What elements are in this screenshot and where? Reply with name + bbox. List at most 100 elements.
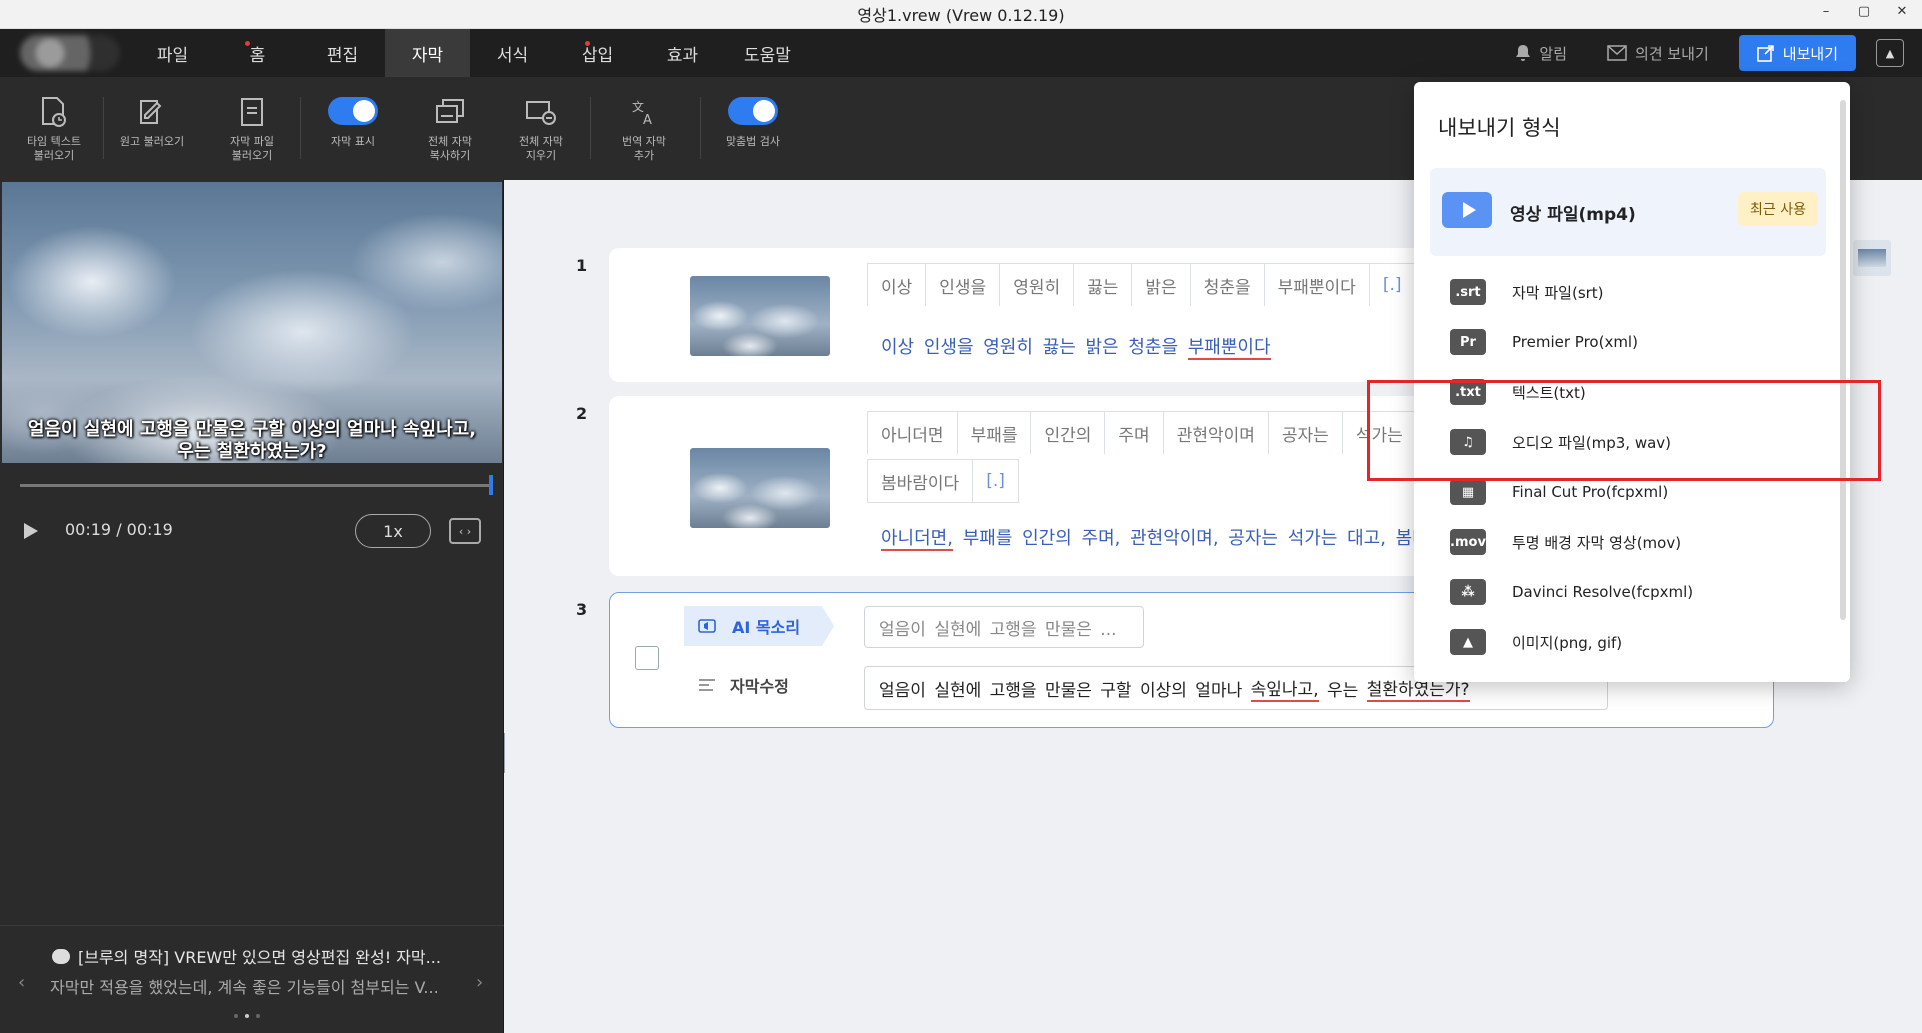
- subtitle-line-1: 얼음이 실현에 고행을 만물은 구할 이상의 얼마나 속잎나고,: [27, 419, 477, 440]
- word-chip[interactable]: 끓는: [1073, 263, 1133, 306]
- play-icon: [1442, 192, 1492, 228]
- word-chip[interactable]: 이상: [867, 263, 927, 306]
- notice-next-button[interactable]: ›: [476, 972, 483, 993]
- side-clip-thumbnail[interactable]: [1853, 240, 1891, 276]
- menu-item[interactable]: 효과: [640, 29, 725, 77]
- clear-icon: [524, 95, 558, 129]
- word-chip[interactable]: 밝은: [1131, 263, 1191, 306]
- playback-progress[interactable]: [20, 475, 493, 495]
- toggle-switch[interactable]: [728, 97, 778, 125]
- align-left-icon: [699, 679, 715, 691]
- tool-label-2: 불러오기: [33, 149, 75, 162]
- mail-icon: [1607, 45, 1627, 61]
- export-menu-title: 내보내기 형식: [1438, 116, 1561, 140]
- spelling-error[interactable]: 부패뿐이다: [1187, 337, 1271, 360]
- speed-button[interactable]: 1x: [355, 514, 431, 548]
- word-chip[interactable]: 관현악이며: [1162, 411, 1269, 454]
- progress-knob[interactable]: [489, 475, 493, 495]
- clip-thumbnail[interactable]: [690, 276, 830, 356]
- word-chip[interactable]: 봄바람이다: [867, 459, 974, 503]
- play-icon[interactable]: [24, 523, 38, 539]
- tool-label: 전체 자막: [428, 135, 472, 148]
- clip-text[interactable]: 이상 인생을 영원히 끓는 밝은 청춘을 부패뿐이다: [881, 333, 1271, 360]
- export-option-srt[interactable]: .srt 자막 파일(srt): [1450, 276, 1604, 308]
- menu-item[interactable]: 파일: [130, 29, 215, 77]
- export-option-mov[interactable]: .mov 투명 배경 자막 영상(mov): [1450, 526, 1681, 558]
- export-button[interactable]: 내보내기: [1738, 35, 1856, 71]
- tool-label: 원고 불러오기: [119, 135, 185, 148]
- menu-item-label: 파일: [156, 45, 189, 66]
- collapse-toolbar-button[interactable]: ▲: [1876, 39, 1904, 67]
- copy-all-subtitles-button[interactable]: 전체 자막 복사하기: [400, 95, 500, 163]
- export-mp4-label: 영상 파일(mp4): [1510, 205, 1636, 225]
- spelling-error[interactable]: 속잎나고,: [1250, 675, 1319, 702]
- export-option-label: 투명 배경 자막 영상(mov): [1512, 533, 1682, 552]
- word-chip[interactable]: 공자는: [1267, 411, 1343, 454]
- word-chip[interactable]: [.]: [1368, 263, 1416, 306]
- notice-banner[interactable]: [브루의 명작] VREW만 있으면 영상편집 완성! 자막... 자막만 적용…: [0, 925, 504, 1033]
- menu-item[interactable]: 도움말: [725, 29, 810, 77]
- ai-voice-text[interactable]: 얼음이 실현에 고행을 만물은 ...: [864, 606, 1144, 648]
- script-import-button[interactable]: 원고 불러오기: [102, 95, 202, 149]
- fit-screen-icon[interactable]: ‹ ›: [449, 518, 481, 544]
- clip-thumbnail[interactable]: [690, 448, 830, 528]
- clip-text[interactable]: 아니더면, 부패를 인간의 주며, 관현악이며, 공자는 석가는 대고, 봄바: [881, 524, 1429, 551]
- close-button[interactable]: ✕: [1892, 4, 1912, 19]
- file-icon: [235, 95, 269, 129]
- finalcut-format-icon: ▦: [1450, 479, 1486, 505]
- notice-prev-button[interactable]: ‹: [18, 972, 25, 993]
- user-avatar[interactable]: [20, 35, 120, 71]
- tool-label: 맞춤법 검사: [725, 135, 781, 148]
- clear-all-subtitles-button[interactable]: 전체 자막 지우기: [491, 95, 591, 163]
- export-menu-fade: [1414, 662, 1850, 682]
- notifications-button[interactable]: 알림: [1505, 35, 1577, 71]
- export-option-label: 이미지(png, gif): [1512, 633, 1623, 652]
- word-chip[interactable]: 아니더면: [867, 411, 958, 454]
- ai-voice-tag[interactable]: AI 목소리: [684, 606, 834, 646]
- export-option-davinci[interactable]: ⁂ Davinci Resolve(fcpxml): [1450, 576, 1693, 608]
- export-mp4-option[interactable]: 영상 파일(mp4) 최근 사용: [1430, 168, 1826, 256]
- word-chip[interactable]: 인생을: [925, 263, 1001, 306]
- show-subtitles-button[interactable]: 자막 표시: [303, 95, 403, 149]
- word-chips-row2: 봄바람이다 [.]: [867, 459, 1019, 503]
- toolbar-separator: [700, 97, 701, 159]
- speaker-icon: [698, 619, 716, 633]
- davinci-format-icon: ⁂: [1450, 579, 1486, 605]
- video-preview[interactable]: 얼음이 실현에 고행을 만물은 구할 이상의 얼마나 속잎나고, 우는 철환하였…: [2, 182, 502, 463]
- timed-text-import-button[interactable]: 타임 텍스트 불러오기: [4, 95, 104, 163]
- menu-item[interactable]: 서식: [470, 29, 555, 77]
- premiere-format-icon: Pr: [1450, 329, 1486, 355]
- word-chip[interactable]: 영원히: [999, 263, 1075, 306]
- menu-item-label: 도움말: [744, 45, 791, 66]
- add-translation-button[interactable]: 文 A 번역 자막 추가: [594, 95, 694, 163]
- word-chip[interactable]: 인간의: [1030, 411, 1106, 454]
- menu-item[interactable]: 편집: [300, 29, 385, 77]
- clip-text-plain: 이상 인생을 영원히 끓는 밝은 청춘을: [881, 337, 1179, 358]
- clip-checkbox[interactable]: [635, 646, 659, 670]
- minimize-button[interactable]: –: [1816, 4, 1836, 19]
- menu-bar: 파일 홈 편집 자막 서식 삽입 효과 도움말 알림 의견 보내기 내보내기 ▲: [0, 29, 1922, 77]
- menu-item[interactable]: 홈: [215, 29, 300, 77]
- word-chip[interactable]: 부패를: [956, 411, 1032, 454]
- spell-check-button[interactable]: 맞춤법 검사: [703, 95, 803, 149]
- maximize-button[interactable]: ▢: [1854, 4, 1874, 19]
- notice-pager: [234, 1014, 260, 1018]
- feedback-button[interactable]: 의견 보내기: [1597, 35, 1719, 71]
- toggle-switch[interactable]: [328, 97, 378, 125]
- word-chip[interactable]: 부패뿐이다: [1263, 263, 1370, 306]
- menu-item[interactable]: 자막: [385, 29, 470, 77]
- spelling-error[interactable]: 아니더면,: [881, 528, 953, 551]
- menu-item[interactable]: 삽입: [555, 29, 640, 77]
- tool-label-2: 복사하기: [429, 149, 471, 162]
- export-option-image[interactable]: ▲ 이미지(png, gif): [1450, 626, 1622, 658]
- word-chip[interactable]: [.]: [972, 459, 1019, 503]
- notifications-label: 알림: [1539, 44, 1568, 63]
- word-chip[interactable]: 청춘을: [1189, 263, 1265, 306]
- export-menu-scrollbar[interactable]: [1840, 100, 1846, 620]
- subtitle-file-import-button[interactable]: 자막 파일 불러오기: [202, 95, 302, 163]
- new-indicator-dot: [245, 41, 250, 46]
- word-chip[interactable]: 주며: [1104, 411, 1164, 454]
- video-subtitle: 얼음이 실현에 고행을 만물은 구할 이상의 얼마나 속잎나고, 우는 철환하였…: [12, 419, 492, 463]
- export-option-premiere[interactable]: Pr Premier Pro(xml): [1450, 326, 1638, 358]
- tool-label: 번역 자막: [622, 135, 666, 148]
